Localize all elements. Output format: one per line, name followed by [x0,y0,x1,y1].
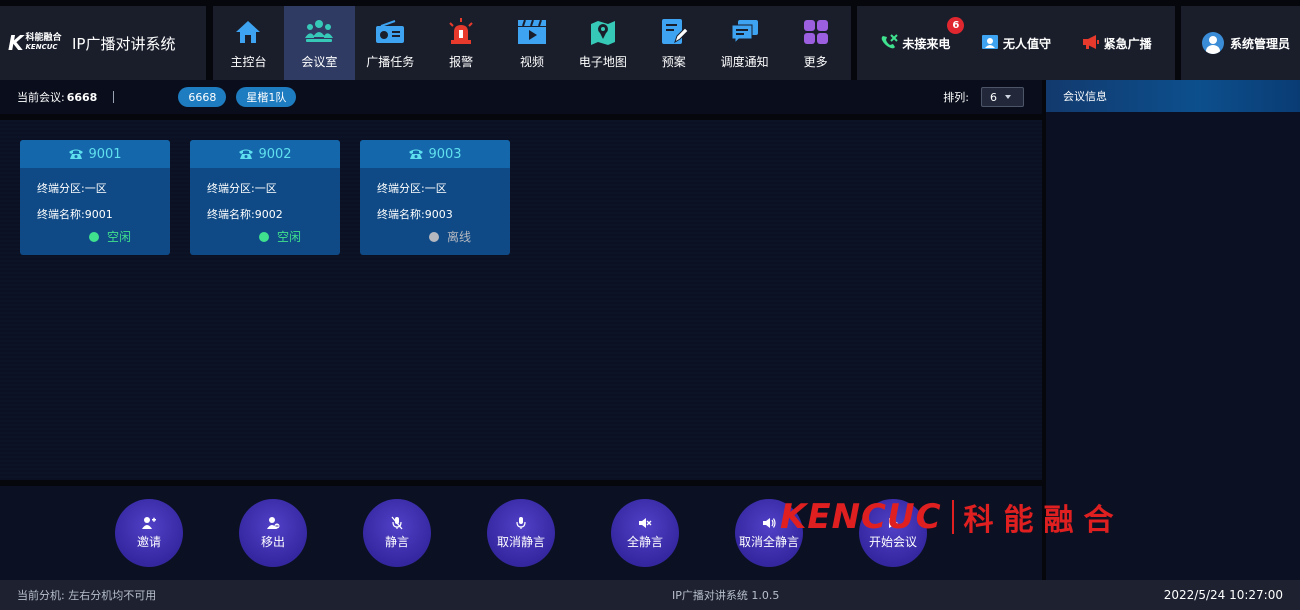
nav-item-map[interactable]: 电子地图 [567,6,638,80]
nav-item-video[interactable]: 视频 [497,6,568,80]
terminal-zone: 终端分区:一区 [377,182,447,195]
nav-item-plan[interactable]: 预案 [638,6,709,80]
unmute-button[interactable]: 取消静言 [487,499,555,567]
invite-user-icon [142,517,156,529]
terminal-grid: 9001 终端分区:一区 终端名称:9001 空闲 9002 终端分区:一区 终… [0,120,1042,480]
remove-user-icon [267,517,280,529]
nav-item-broadcast-task[interactable]: 广播任务 [355,6,426,80]
nav-item-meeting[interactable]: 会议室 [283,6,355,80]
status-badge: 空闲 [190,228,340,245]
terminal-card-header: 9002 [190,140,340,168]
status-bar: 当前分机: 左右分机均不可用 IP广播对讲系统 1.0.5 2022/5/24 … [0,580,1300,610]
mic-off-icon [391,516,403,530]
emergency-broadcast-button[interactable]: 紧急广播 [1082,34,1152,53]
logo-area: K 科能融合 KENCUC IP广播对讲系统 [0,6,206,80]
terminal-card-9003[interactable]: 9003 终端分区:一区 终端名称:9003 离线 [360,140,510,255]
terminal-name: 终端名称:9003 [377,208,453,221]
notice-icon [730,17,760,47]
telephone-icon [409,149,424,159]
terminal-card-header: 9001 [20,140,170,168]
version-text: IP广播对讲系统 1.0.5 [672,589,780,602]
app-header: K 科能融合 KENCUC IP广播对讲系统 主控台 会议室 广播任务 报警 视… [0,6,1300,80]
terminal-zone: 终端分区:一区 [37,182,107,195]
terminal-card-header: 9003 [360,140,510,168]
user-name: 系统管理员 [1230,36,1291,51]
video-icon [517,17,547,47]
sort-select[interactable]: 6 [981,87,1024,107]
terminal-name: 终端名称:9001 [37,208,113,221]
grid-more-icon [801,17,831,47]
company-logo: K 科能融合 KENCUC [8,31,62,55]
phone-missed-icon [880,33,899,53]
extension-status: 当前分机: 左右分机均不可用 [17,589,157,602]
missed-calls-badge: 6 [947,16,965,34]
invite-button[interactable]: 邀请 [115,499,183,567]
unattended-button[interactable]: 无人值守 [981,34,1051,53]
home-icon [233,17,263,47]
start-meeting-button[interactable]: 开始会议 [859,499,927,567]
meeting-pill-team[interactable]: 星楷1队 [236,87,297,107]
current-meeting-label: 当前会议: [17,91,65,104]
user-menu[interactable]: 系统管理员 [1181,6,1300,80]
meeting-toolbar: 当前会议: 6668 6668 星楷1队 排列: 6 [0,80,1042,114]
start-icon [889,518,898,528]
nav-item-more[interactable]: 更多 [780,6,851,80]
unattended-icon [981,34,999,53]
meeting-pill-6668[interactable]: 6668 [178,87,227,107]
status-badge: 空闲 [20,228,170,245]
sort-label: 排列: [943,91,969,104]
quick-actions: 未接来电 6 无人值守 紧急广播 [857,6,1175,80]
nav-item-console[interactable]: 主控台 [213,6,284,80]
map-icon [588,17,618,47]
meeting-info-panel: 会议信息 [1046,80,1300,580]
divider [113,91,115,103]
telephone-icon [239,149,254,159]
telephone-icon [69,149,84,159]
speaker-mute-icon [639,518,652,528]
meeting-info-title: 会议信息 [1046,80,1300,112]
radio-icon [375,17,405,47]
clock: 2022/5/24 10:27:00 [1163,588,1283,602]
nav-item-dispatch-notice[interactable]: 调度通知 [709,6,780,80]
mic-icon [516,517,526,529]
alarm-siren-icon [446,17,476,47]
chevron-down-icon [1005,95,1011,99]
terminal-name: 终端名称:9002 [207,208,283,221]
mute-button[interactable]: 静言 [363,499,431,567]
terminal-card-9001[interactable]: 9001 终端分区:一区 终端名称:9001 空闲 [20,140,170,255]
terminal-zone: 终端分区:一区 [207,182,277,195]
terminal-card-9002[interactable]: 9002 终端分区:一区 终端名称:9002 空闲 [190,140,340,255]
sort-control: 排列: 6 [943,87,1024,107]
remove-button[interactable]: 移出 [239,499,307,567]
plan-edit-icon [659,17,689,47]
app-title: IP广播对讲系统 [72,34,176,53]
megaphone-icon [1082,34,1100,53]
avatar [1202,32,1224,54]
status-badge: 离线 [360,228,510,245]
meeting-controls: 邀请 移出 静言 取消静言 全静言 取消全静言 开始会议 [0,486,1042,580]
unmute-all-button[interactable]: 取消全静言 [735,499,803,567]
meeting-people-icon [304,17,334,47]
current-meeting-value: 6668 [66,90,98,104]
mute-all-button[interactable]: 全静言 [611,499,679,567]
nav-item-alarm[interactable]: 报警 [426,6,497,80]
speaker-icon [763,518,776,528]
missed-calls-button[interactable]: 未接来电 6 [880,16,965,53]
main-nav: 主控台 会议室 广播任务 报警 视频 电子地图 预案 调度通知 更多 [213,6,851,80]
